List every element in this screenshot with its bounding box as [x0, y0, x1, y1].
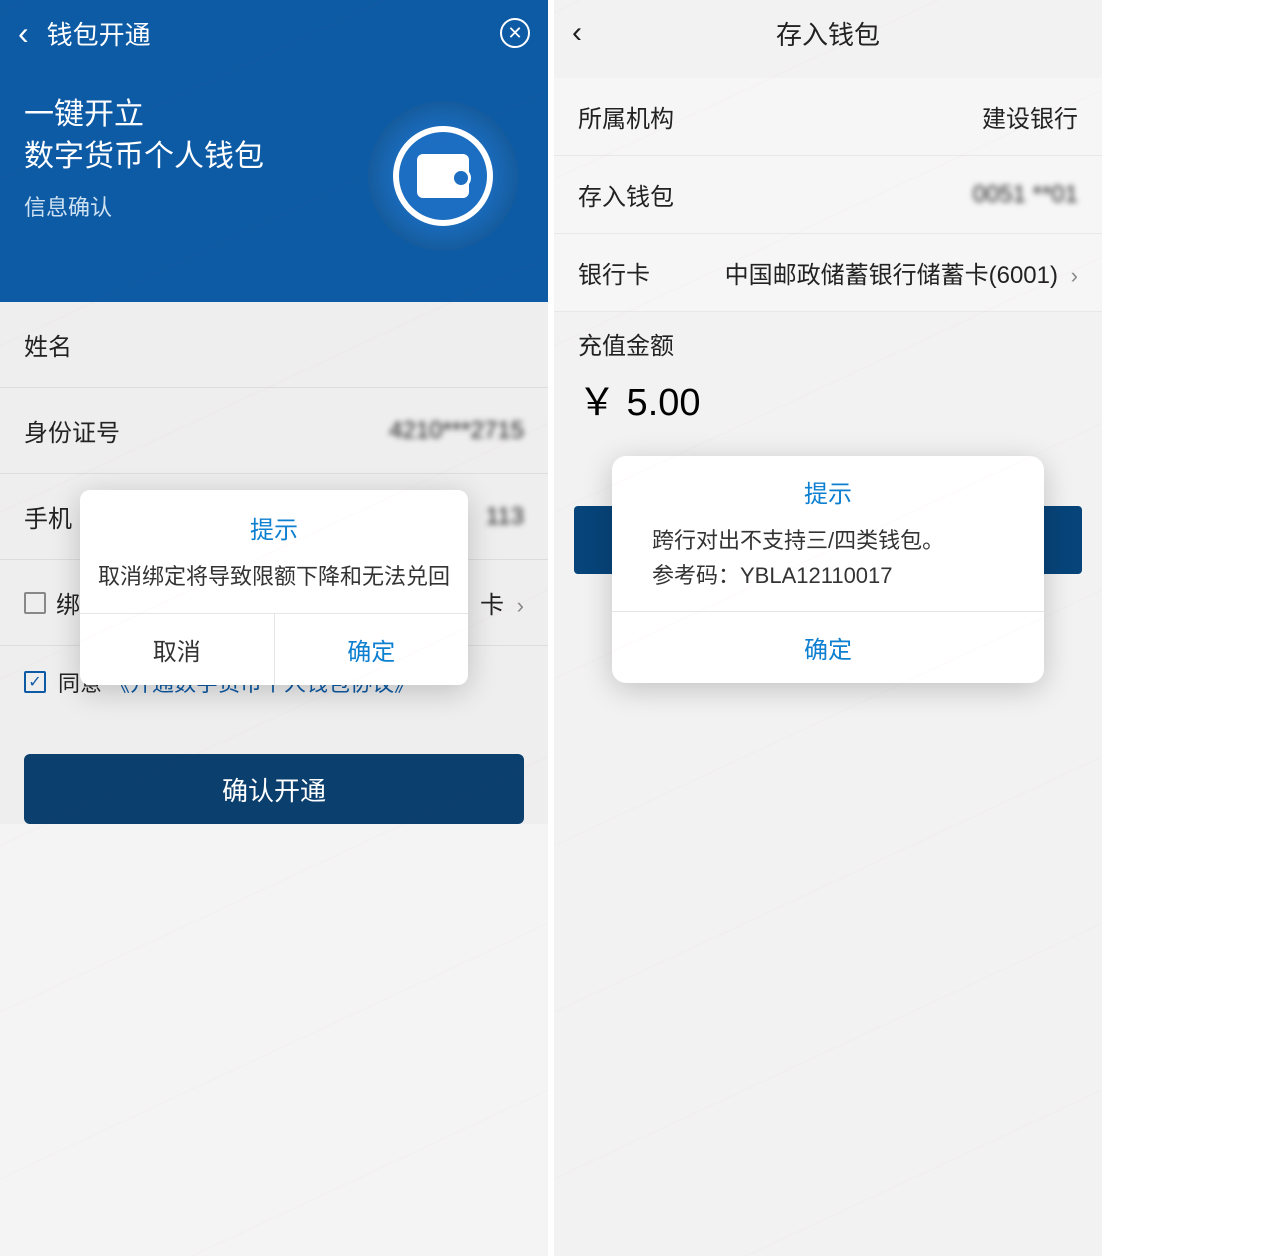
org-value: 建设银行 [982, 99, 1078, 134]
amount-label: 充值金额 [554, 312, 1102, 367]
id-label: 身份证号 [24, 413, 120, 448]
modal-message: 跨行对出不支持三/四类钱包。 参考码：YBLA12110017 [612, 519, 1044, 611]
wallet-icon [417, 154, 469, 198]
header-left: ‹ 钱包开通 ✕ [0, 0, 548, 66]
wallet-label: 存入钱包 [578, 177, 674, 212]
wallet-circle [368, 101, 518, 251]
back-icon[interactable]: ‹ [572, 16, 582, 50]
screenshot-right: ‹ 存入钱包 所属机构 建设银行 存入钱包 0051 **01 银行卡 中国邮政… [554, 0, 1102, 1256]
header-right: ‹ 存入钱包 [554, 0, 1102, 66]
bind-label: 绑 [56, 585, 80, 620]
modal-msg-line2: 参考码：YBLA12110017 [652, 558, 1004, 593]
modal-left: 提示 取消绑定将导致限额下降和无法兑回 取消 确定 [80, 490, 468, 685]
card-label: 银行卡 [578, 255, 650, 290]
close-icon[interactable]: ✕ [500, 18, 530, 48]
modal-message: 取消绑定将导致限额下降和无法兑回 [80, 553, 468, 613]
id-row[interactable]: 身份证号 4210***2715 [0, 388, 548, 474]
wallet-icon-ring [393, 126, 493, 226]
card-value: 中国邮政储蓄银行储蓄卡(6001) › [725, 255, 1078, 290]
cancel-button[interactable]: 取消 [80, 614, 275, 685]
card-row[interactable]: 银行卡 中国邮政储蓄银行储蓄卡(6001) › [554, 234, 1102, 312]
screenshot-left: ‹ 钱包开通 ✕ 一键开立 数字货币个人钱包 信息确认 姓名 身份证号 4210… [0, 0, 548, 1256]
wallet-row[interactable]: 存入钱包 0051 **01 [554, 156, 1102, 234]
page-title: 存入钱包 [776, 15, 880, 52]
modal-right: 提示 跨行对出不支持三/四类钱包。 参考码：YBLA12110017 确定 [612, 456, 1044, 683]
modal-title: 提示 [80, 490, 468, 553]
modal-buttons: 取消 确定 [80, 613, 468, 685]
page-title: 钱包开通 [47, 15, 500, 52]
agree-checkbox[interactable]: ✓ [24, 671, 46, 693]
bind-checkbox[interactable]: ✓ [24, 592, 46, 614]
back-icon[interactable]: ‹ [18, 17, 29, 49]
name-row[interactable]: 姓名 [0, 302, 548, 388]
modal-msg-line1: 跨行对出不支持三/四类钱包。 [652, 523, 1004, 558]
org-row[interactable]: 所属机构 建设银行 [554, 78, 1102, 156]
ok-button[interactable]: 确定 [612, 611, 1044, 683]
chevron-right-icon: › [1071, 263, 1078, 288]
wallet-value: 0051 **01 [973, 181, 1078, 209]
bind-value: 卡 › [480, 585, 524, 620]
ok-button[interactable]: 确定 [275, 614, 469, 685]
org-label: 所属机构 [578, 99, 674, 134]
phone-label: 手机 [24, 499, 72, 534]
id-value: 4210***2715 [389, 417, 524, 445]
modal-title: 提示 [612, 456, 1044, 519]
phone-value: 113 [486, 503, 524, 531]
chevron-right-icon: › [517, 593, 524, 618]
confirm-open-button[interactable]: 确认开通 [24, 754, 524, 824]
name-label: 姓名 [24, 327, 72, 362]
hero-banner: 一键开立 数字货币个人钱包 信息确认 [0, 66, 548, 302]
